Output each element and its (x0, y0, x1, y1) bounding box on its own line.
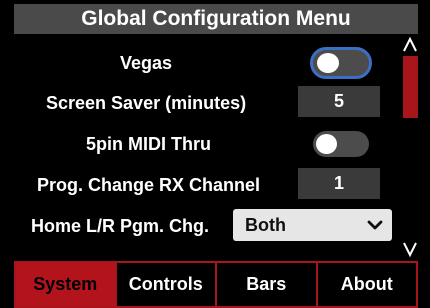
screen-saver-value[interactable]: 5 (298, 86, 380, 117)
tab-label: System (33, 274, 98, 294)
chevron-down-icon (367, 220, 383, 230)
title-bar: Global Configuration Menu (14, 4, 418, 34)
home-lr-selected-value: Both (245, 214, 286, 235)
vegas-label: Vegas (120, 53, 173, 73)
home-lr-select[interactable]: Both (233, 209, 392, 241)
config-screen: Global Configuration Menu Vegas Screen S… (0, 0, 430, 308)
screen-left-edge (0, 0, 14, 308)
scrollbar-thumb[interactable] (403, 56, 418, 118)
tab-bar: System Controls Bars About (14, 261, 418, 308)
tab-label: Bars (246, 274, 287, 294)
tab-controls[interactable]: Controls (114, 261, 217, 308)
tab-bars[interactable]: Bars (215, 261, 318, 308)
midi-thru-label: 5pin MIDI Thru (86, 134, 211, 154)
tab-label: About (340, 274, 393, 294)
toggle-knob (316, 134, 337, 154)
toggle-knob (317, 53, 339, 73)
tab-label: Controls (128, 274, 203, 294)
tab-about[interactable]: About (315, 261, 418, 308)
home-lr-label: Home L/R Pgm. Chg. (31, 216, 210, 236)
prog-change-value-text: 1 (333, 173, 344, 193)
prog-change-value[interactable]: 1 (298, 168, 380, 199)
vegas-toggle[interactable] (310, 47, 372, 79)
prog-change-label: Prog. Change RX Channel (37, 175, 261, 195)
midi-thru-toggle[interactable] (313, 131, 369, 157)
scroll-down-arrow-icon[interactable] (401, 240, 419, 258)
screen-saver-label: Screen Saver (minutes) (46, 93, 247, 113)
scroll-up-arrow-icon[interactable] (401, 36, 419, 54)
page-title: Global Configuration Menu (81, 7, 351, 30)
screen-saver-value-text: 5 (333, 91, 344, 111)
tab-system[interactable]: System (14, 261, 117, 308)
